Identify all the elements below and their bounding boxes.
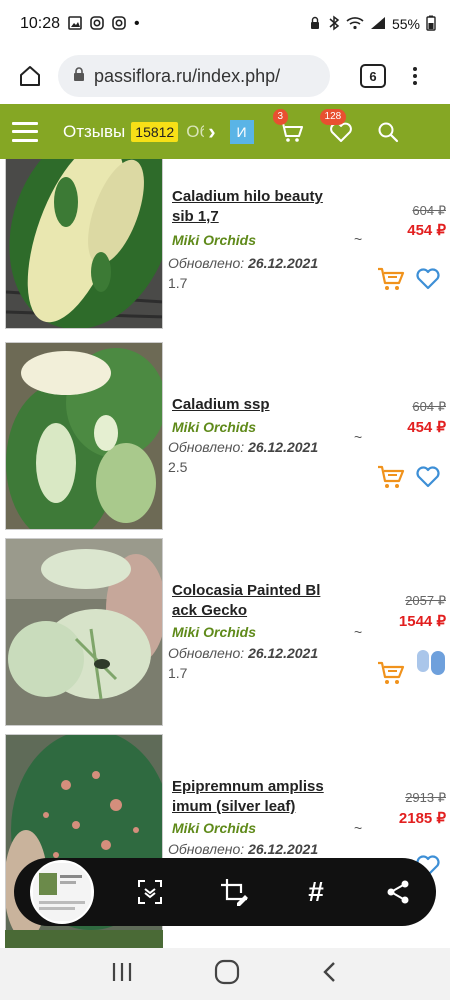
battery-icon (426, 15, 436, 34)
product-price: 454 ₽ (407, 419, 446, 436)
product-image[interactable] (5, 538, 163, 726)
product-price: 1544 ₽ (398, 613, 446, 630)
product-seller[interactable]: Miki Orchids (172, 820, 256, 836)
wifi-icon (346, 16, 364, 33)
home-button[interactable] (10, 56, 50, 96)
product-price: 454 ₽ (407, 222, 446, 239)
product-old-price: 2913 ₽ (405, 790, 446, 805)
screenshot-preview-thumbnail[interactable] (30, 860, 94, 924)
product-tilde: ~ (354, 429, 363, 445)
product-updated: Обновлено: 26.12.2021 (168, 439, 319, 455)
product-size: 1.7 (168, 275, 188, 291)
product-title-link[interactable]: Colocasia Painted Bl ack Gecko (172, 581, 332, 621)
back-chevron-icon (323, 961, 335, 982)
product-card: Colocasia Painted Bl ack Gecko Miki Orch… (0, 538, 450, 728)
instagram-notification-icon (90, 15, 104, 33)
share-button[interactable] (378, 872, 418, 912)
add-to-cart-button[interactable] (377, 266, 405, 292)
instagram-notification-icon-2 (112, 15, 126, 33)
product-card: Caladium ssp Miki Orchids Обновлено: 26.… (0, 342, 450, 532)
product-image[interactable] (5, 342, 163, 530)
cart-count-badge: 3 (272, 108, 289, 125)
home-circle-icon (214, 959, 240, 984)
kebab-dot-icon (413, 81, 417, 85)
product-title-link[interactable]: Caladium hilo beauty sib 1,7 (172, 187, 332, 227)
product-card: Caladium hilo beauty sib 1,7 Miki Orchid… (0, 159, 450, 331)
search-icon (378, 122, 398, 142)
add-to-favorites-button[interactable] (415, 267, 441, 293)
hamburger-menu-icon[interactable] (12, 121, 38, 142)
cart-nav-button[interactable]: 3 (272, 108, 306, 147)
product-price: 2185 ₽ (398, 810, 446, 827)
lock-icon (72, 66, 86, 87)
browser-menu-button[interactable] (410, 67, 420, 85)
product-tilde: ~ (354, 231, 363, 247)
recent-apps-button[interactable] (110, 961, 134, 988)
recent-apps-icon (112, 962, 132, 981)
product-seller[interactable]: Miki Orchids (172, 624, 256, 640)
lock-alarm-icon (308, 16, 322, 33)
search-button[interactable] (374, 118, 402, 146)
product-seller[interactable]: Miki Orchids (172, 232, 256, 248)
product-title-link[interactable]: Epipremnum ampliss imum (silver leaf) (172, 777, 332, 817)
cart-icon (378, 661, 405, 684)
nav-more-link[interactable]: Об (186, 122, 204, 142)
screenshot-toolbar: # (14, 858, 436, 926)
language-button[interactable]: И (229, 119, 254, 144)
product-image[interactable] (5, 159, 163, 329)
more-notifications-dot: • (134, 15, 140, 32)
reviews-link[interactable]: Отзывы (63, 122, 125, 142)
heart-icon (416, 466, 440, 488)
favorites-nav-button[interactable]: 128 (319, 108, 356, 147)
next-product-image-peek (5, 930, 163, 948)
heart-icon (416, 268, 440, 290)
signal-icon (370, 16, 386, 33)
browser-toolbar: passiflora.ru/index.php/ 6 (0, 48, 450, 104)
cart-icon (378, 267, 405, 290)
product-seller[interactable]: Miki Orchids (172, 419, 256, 435)
scroll-capture-icon (138, 880, 162, 904)
product-list: Caladium hilo beauty sib 1,7 Miki Orchid… (0, 159, 450, 969)
kebab-dot-icon (413, 67, 417, 71)
add-to-cart-button[interactable] (377, 660, 405, 686)
favorites-count-badge: 128 (319, 108, 347, 125)
url-text: passiflora.ru/index.php/ (94, 65, 281, 86)
crop-edit-button[interactable] (214, 872, 254, 912)
product-old-price: 2057 ₽ (405, 593, 446, 608)
gallery-notification-icon (68, 15, 82, 33)
tag-button[interactable]: # (296, 872, 336, 912)
product-title-link[interactable]: Caladium ssp (172, 395, 332, 415)
heart-icon (417, 650, 445, 675)
product-old-price: 604 ₽ (412, 399, 446, 414)
product-tilde: ~ (354, 624, 363, 640)
product-size: 2.5 (168, 459, 188, 475)
bluetooth-icon (328, 15, 340, 34)
tab-switcher-button[interactable]: 6 (360, 64, 386, 88)
system-navigation-bar (0, 948, 450, 1000)
product-tilde: ~ (354, 820, 363, 836)
home-nav-button[interactable] (214, 959, 240, 990)
product-size: 1.7 (168, 665, 188, 681)
product-updated: Обновлено: 26.12.2021 (168, 255, 319, 271)
status-time: 10:28 (20, 15, 61, 32)
scroll-capture-button[interactable] (130, 872, 170, 912)
battery-percent: 55% (391, 16, 420, 32)
status-bar: 10:28 • 55% (0, 0, 450, 48)
crop-edit-icon (221, 879, 248, 906)
cart-icon (378, 465, 405, 488)
product-updated: Обновлено: 26.12.2021 (168, 841, 319, 857)
add-to-favorites-button[interactable] (415, 465, 441, 491)
reviews-count-badge: 15812 (131, 121, 179, 142)
home-icon (20, 66, 40, 86)
back-button[interactable] (320, 960, 340, 989)
add-to-cart-button[interactable] (377, 464, 405, 490)
share-icon (387, 880, 409, 904)
address-bar[interactable]: passiflora.ru/index.php/ (58, 55, 330, 97)
nav-scroll-arrow-icon[interactable]: › (208, 119, 215, 145)
site-navigation: Отзывы 15812 Об › И 3 128 (0, 104, 450, 159)
kebab-dot-icon (413, 74, 417, 78)
add-to-favorites-button-pressed[interactable] (415, 648, 450, 688)
product-updated: Обновлено: 26.12.2021 (168, 645, 319, 661)
product-old-price: 604 ₽ (412, 203, 446, 218)
